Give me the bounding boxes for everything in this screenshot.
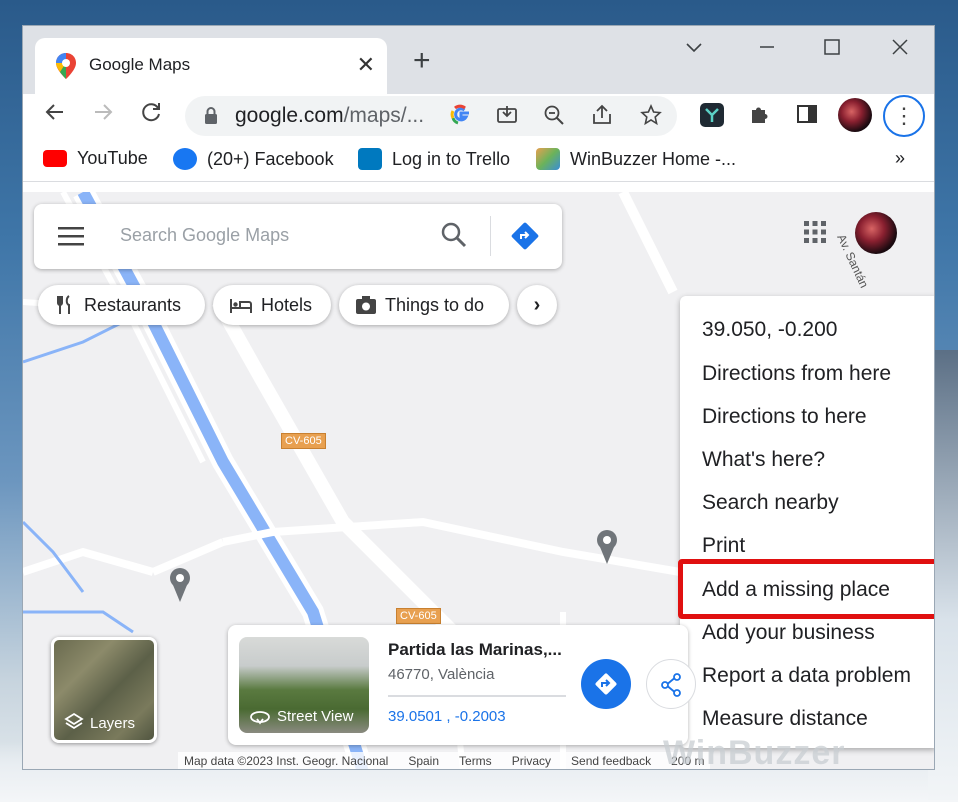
hotel-bed-icon xyxy=(230,299,252,313)
tab-search-chevron-icon[interactable] xyxy=(685,38,703,62)
back-arrow-icon[interactable] xyxy=(43,100,67,131)
search-icon[interactable] xyxy=(440,221,468,249)
directions-icon[interactable] xyxy=(509,220,541,252)
context-report-data-problem[interactable]: Report a data problem xyxy=(702,664,911,688)
street-view-label: Street View xyxy=(277,708,354,725)
place-card[interactable]: Street View Partida las Marinas,... 4677… xyxy=(228,625,696,745)
map-footer: Map data ©2023 Inst. Geogr. Nacional Spa… xyxy=(178,752,711,769)
side-panel-icon[interactable] xyxy=(795,102,819,131)
chip-restaurants[interactable]: Restaurants xyxy=(38,285,205,325)
camera-icon xyxy=(356,296,376,314)
place-share-button[interactable] xyxy=(646,659,696,709)
tab-close-icon[interactable]: ✕ xyxy=(357,52,375,78)
bookmark-winbuzzer[interactable]: WinBuzzer Home -... xyxy=(536,148,736,170)
tab-title: Google Maps xyxy=(89,55,191,74)
chrome-menu-icon[interactable]: ⋮ xyxy=(883,95,925,137)
context-print[interactable]: Print xyxy=(702,534,745,558)
chips-next-chevron-icon[interactable]: › xyxy=(517,285,557,325)
street-view-thumbnail[interactable]: Street View xyxy=(239,637,369,733)
footer-link-send-feedback[interactable]: Send feedback xyxy=(571,754,651,769)
footer-link-terms[interactable]: Terms xyxy=(459,754,492,769)
map-data-attribution: Map data ©2023 Inst. Geogr. Nacional xyxy=(184,754,389,768)
place-title[interactable]: Partida las Marinas,... xyxy=(388,640,562,660)
restaurant-icon xyxy=(57,295,70,314)
context-coords[interactable]: 39.050, -0.200 xyxy=(702,318,837,342)
bookmarks-bar: YouTube (20+) Facebook Log in to Trello … xyxy=(23,140,934,182)
maps-account-avatar[interactable] xyxy=(855,212,897,254)
footer-link-spain[interactable]: Spain xyxy=(408,754,439,769)
profile-avatar[interactable] xyxy=(838,98,872,132)
trello-icon xyxy=(358,148,382,170)
search-divider xyxy=(490,216,491,256)
map-context-menu: 39.050, -0.200 Directions from here Dire… xyxy=(680,296,934,748)
map-canvas[interactable]: CV-605 CV-605 Av. Santán Search Google M… xyxy=(23,192,934,770)
extensions-puzzle-icon[interactable] xyxy=(748,102,772,131)
google-maps-icon xyxy=(56,53,76,79)
context-whats-here[interactable]: What's here? xyxy=(702,448,825,472)
google-apps-icon[interactable] xyxy=(803,220,827,244)
maximize-icon[interactable] xyxy=(823,38,841,62)
bookmark-label: YouTube xyxy=(77,148,148,168)
winbuzzer-icon xyxy=(536,148,560,170)
chip-things-to-do[interactable]: Things to do xyxy=(339,285,509,325)
forward-arrow-icon[interactable] xyxy=(91,100,115,131)
bookmark-youtube[interactable]: YouTube xyxy=(43,148,148,169)
browser-toolbar: google.com/maps/... ⋮ xyxy=(23,94,934,140)
layers-button[interactable]: Layers xyxy=(51,637,157,743)
winbuzzer-watermark: WinBuzzer xyxy=(663,734,846,770)
reload-icon[interactable] xyxy=(139,100,163,131)
browser-window: Google Maps ✕ + google.com/maps/... ⋮ Yo… xyxy=(22,25,935,770)
search-input[interactable]: Search Google Maps xyxy=(120,225,289,246)
place-divider xyxy=(388,695,566,697)
youtube-icon xyxy=(43,150,67,167)
minimize-icon[interactable] xyxy=(758,38,776,62)
chip-label: Things to do xyxy=(385,294,485,315)
place-address: 46770, València xyxy=(388,666,495,683)
directions-icon xyxy=(595,673,617,695)
layers-label: Layers xyxy=(90,715,136,732)
chip-label: Hotels xyxy=(261,294,313,315)
extension-icon[interactable] xyxy=(699,102,725,133)
chip-label: Restaurants xyxy=(84,294,182,315)
bookmark-label: Log in to Trello xyxy=(392,148,511,169)
share-icon[interactable] xyxy=(591,104,613,132)
road-label: CV-605 xyxy=(281,433,326,449)
chip-hotels[interactable]: Hotels xyxy=(213,285,331,325)
maps-search-box[interactable]: Search Google Maps xyxy=(34,204,562,269)
bookmark-label: (20+) Facebook xyxy=(207,148,334,169)
google-lens-icon[interactable] xyxy=(450,104,472,132)
address-bar[interactable]: google.com/maps/... xyxy=(185,96,677,136)
road-label: CV-605 xyxy=(396,608,441,624)
bookmark-trello[interactable]: Log in to Trello xyxy=(358,148,510,170)
lock-icon[interactable] xyxy=(203,106,219,126)
context-directions-from-here[interactable]: Directions from here xyxy=(702,362,891,386)
context-directions-to-here[interactable]: Directions to here xyxy=(702,405,867,429)
context-search-nearby[interactable]: Search nearby xyxy=(702,491,839,515)
install-app-icon[interactable] xyxy=(496,104,518,132)
bookmark-star-icon[interactable] xyxy=(640,103,662,132)
context-measure-distance[interactable]: Measure distance xyxy=(702,707,868,731)
place-directions-button[interactable] xyxy=(581,659,631,709)
footer-link-privacy[interactable]: Privacy xyxy=(512,754,551,769)
more-bookmarks-icon[interactable]: » xyxy=(895,148,905,169)
close-window-icon[interactable] xyxy=(891,38,909,62)
place-coords[interactable]: 39.0501 , -0.2003 xyxy=(388,708,506,725)
bookmark-facebook[interactable]: (20+) Facebook xyxy=(173,148,334,170)
bookmark-label: WinBuzzer Home -... xyxy=(570,148,737,169)
tab-google-maps[interactable]: Google Maps ✕ xyxy=(35,38,387,94)
layers-icon xyxy=(64,712,84,730)
zoom-icon[interactable] xyxy=(543,104,565,132)
menu-hamburger-icon[interactable] xyxy=(58,226,84,246)
street-view-icon xyxy=(250,711,270,725)
title-bar: Google Maps ✕ + xyxy=(23,26,934,94)
url-text[interactable]: google.com/maps/... xyxy=(235,104,424,128)
highlight-box xyxy=(678,559,934,619)
share-icon xyxy=(661,673,681,697)
facebook-icon xyxy=(173,148,197,170)
context-add-your-business[interactable]: Add your business xyxy=(702,621,875,645)
new-tab-icon[interactable]: + xyxy=(413,46,431,76)
